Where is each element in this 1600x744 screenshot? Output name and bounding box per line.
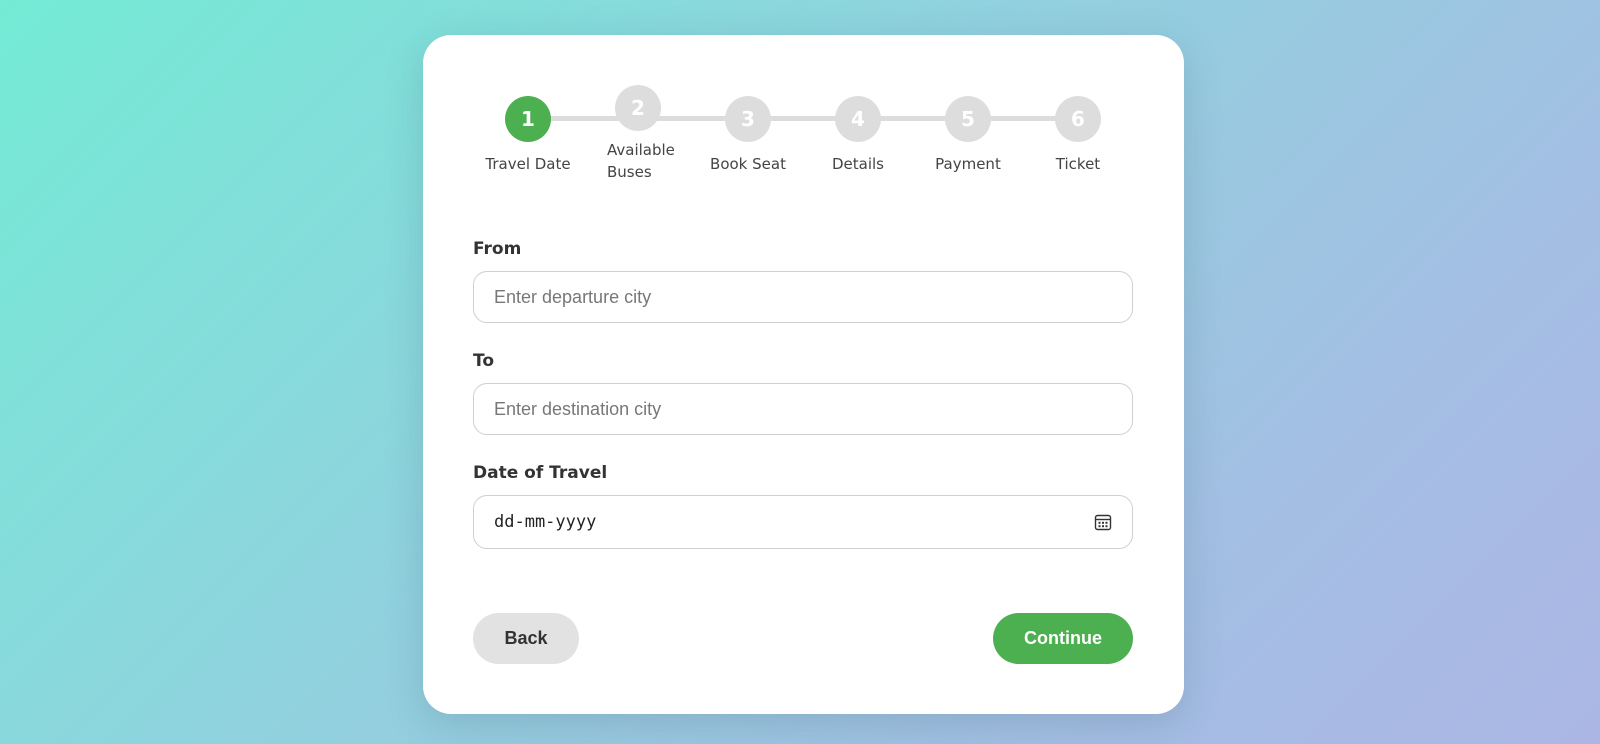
step-travel-date: 1 Travel Date xyxy=(468,96,588,175)
date-label: Date of Travel xyxy=(473,463,608,483)
booking-card: 1 Travel Date 2 Available Buses 3 Book S… xyxy=(423,35,1184,714)
step-label: Payment xyxy=(935,155,1001,173)
step-payment: 5 Payment xyxy=(908,96,1028,175)
calendar-icon[interactable] xyxy=(1094,513,1112,531)
step-number: 6 xyxy=(1055,96,1101,142)
step-label: Available Buses xyxy=(607,141,675,181)
back-button[interactable]: Back xyxy=(473,613,579,664)
step-label: Book Seat xyxy=(710,155,786,173)
continue-button[interactable]: Continue xyxy=(993,613,1133,664)
step-book-seat: 3 Book Seat xyxy=(688,96,808,175)
to-label: To xyxy=(473,351,495,371)
date-of-travel-input[interactable]: dd-mm-yyyy xyxy=(473,495,1133,549)
step-label: Ticket xyxy=(1055,155,1101,173)
step-available-buses: 2 Available Buses xyxy=(578,85,698,181)
to-input[interactable] xyxy=(473,383,1133,435)
step-number: 3 xyxy=(725,96,771,142)
step-label: Travel Date xyxy=(485,155,571,173)
progress-stepper: 1 Travel Date 2 Available Buses 3 Book S… xyxy=(423,35,1184,235)
step-number: 2 xyxy=(615,85,661,131)
step-details: 4 Details xyxy=(798,96,918,175)
step-number: 5 xyxy=(945,96,991,142)
from-input[interactable] xyxy=(473,271,1133,323)
step-ticket: 6 Ticket xyxy=(1018,96,1138,175)
step-number: 1 xyxy=(505,96,551,142)
step-label: Details xyxy=(831,155,884,173)
step-number: 4 xyxy=(835,96,881,142)
from-label: From xyxy=(473,239,522,259)
date-placeholder: dd-mm-yyyy xyxy=(494,512,597,532)
